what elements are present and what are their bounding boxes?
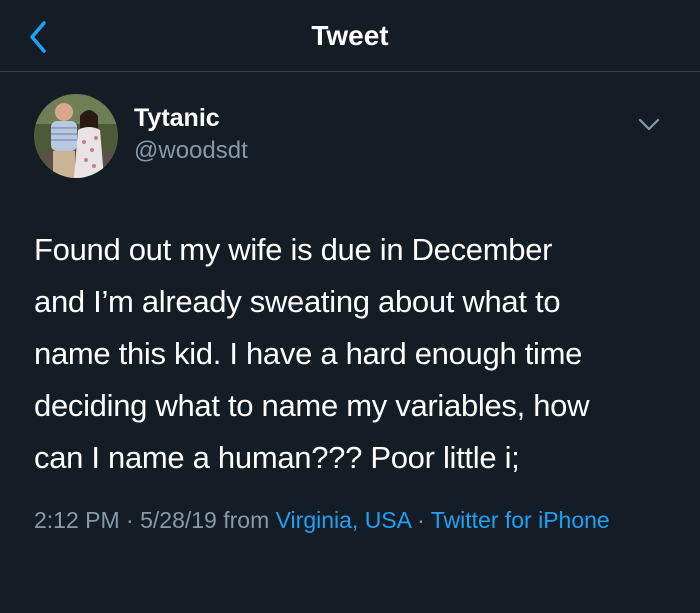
- tweet-text: Found out my wife is due in December and…: [34, 224, 674, 484]
- source-client-link[interactable]: Twitter for iPhone: [431, 507, 610, 533]
- page-title: Tweet: [311, 20, 389, 51]
- tweet-text-line: can I name a human??? Poor little i;: [34, 440, 520, 475]
- avatar[interactable]: [34, 94, 118, 178]
- tweet-text-line: name this kid. I have a hard enough time: [34, 336, 583, 371]
- tweet-text-line: Found out my wife is due in December: [34, 232, 553, 267]
- chevron-down-icon: [638, 118, 660, 131]
- tweet-text-line: and I’m already sweating about what to: [34, 284, 561, 319]
- meta-separator: ·: [410, 507, 431, 533]
- tweet-options-button[interactable]: [636, 114, 662, 134]
- location-link[interactable]: Virginia, USA: [276, 507, 411, 533]
- author-display-name[interactable]: Tytanic: [134, 104, 220, 133]
- navigation-bar: Tweet: [0, 0, 700, 72]
- author-username[interactable]: @woodsdt: [134, 137, 248, 165]
- tweet-meta: 2:12 PM · 5/28/19 from Virginia, USA · T…: [34, 504, 664, 536]
- tweet-timestamp: 2:12 PM · 5/28/19 from: [34, 507, 276, 533]
- tweet-text-line: deciding what to name my variables, how: [34, 388, 590, 423]
